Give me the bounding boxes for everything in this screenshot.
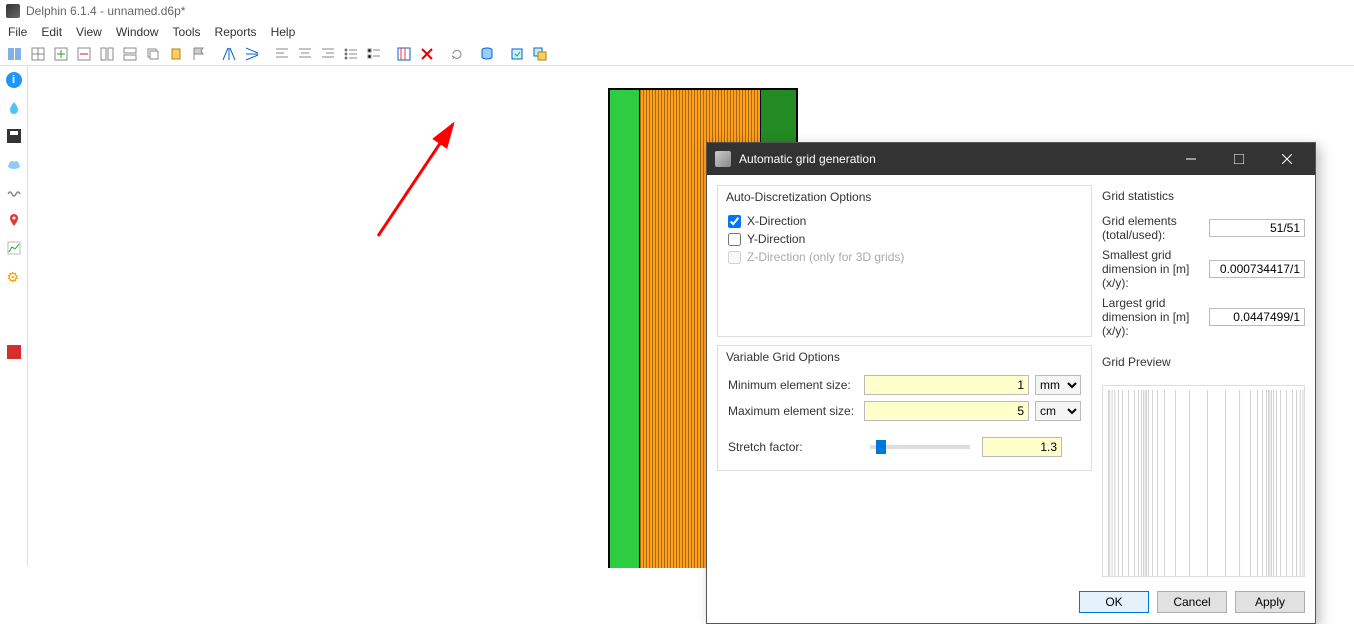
stats-total-value: 51/51 (1209, 219, 1305, 237)
list-check-icon[interactable] (363, 44, 385, 64)
material-icon[interactable] (4, 342, 24, 362)
info-icon[interactable]: i (4, 70, 24, 90)
main-toolbar (0, 42, 1354, 66)
menu-bar: File Edit View Window Tools Reports Help (0, 22, 1354, 42)
flip-v-icon[interactable] (241, 44, 263, 64)
maximize-button[interactable] (1219, 143, 1259, 175)
grid-icon[interactable] (27, 44, 49, 64)
menu-reports[interactable]: Reports (209, 23, 263, 41)
delete-grid-icon[interactable] (416, 44, 438, 64)
paste-icon[interactable] (165, 44, 187, 64)
map-pin-icon[interactable] (4, 210, 24, 230)
align-left-icon[interactable] (271, 44, 293, 64)
menu-window[interactable]: Window (110, 23, 165, 41)
list-icon[interactable] (340, 44, 362, 64)
auto-disc-title: Auto-Discretization Options (718, 186, 1091, 212)
refresh-all-icon[interactable] (529, 44, 551, 64)
align-right-icon[interactable] (317, 44, 339, 64)
menu-file[interactable]: File (2, 23, 33, 41)
min-element-label: Minimum element size: (728, 378, 858, 392)
y-direction-input[interactable] (728, 233, 741, 246)
menu-edit[interactable]: Edit (35, 23, 68, 41)
stats-largest-value: 0.0447499/1 (1209, 308, 1305, 326)
annotation-arrow (358, 116, 478, 246)
flip-h-icon[interactable] (218, 44, 240, 64)
x-direction-input[interactable] (728, 215, 741, 228)
title-bar: Delphin 6.1.4 - unnamed.d6p* (0, 0, 1354, 22)
stats-total-label: Grid elements (total/used): (1102, 214, 1203, 242)
water-icon[interactable] (4, 98, 24, 118)
cancel-button[interactable]: Cancel (1157, 591, 1227, 613)
var-grid-title: Variable Grid Options (718, 346, 1091, 372)
grid-remove-icon[interactable] (73, 44, 95, 64)
max-element-unit[interactable]: cm (1035, 401, 1081, 421)
auto-grid-dialog: Automatic grid generation Auto-Discretiz… (706, 142, 1316, 624)
menu-view[interactable]: View (70, 23, 108, 41)
z-direction-input (728, 251, 741, 264)
copy-icon[interactable] (142, 44, 164, 64)
stats-largest-label: Largest grid dimension in [m] (x/y): (1102, 296, 1203, 338)
align-center-icon[interactable] (294, 44, 316, 64)
stats-smallest-label: Smallest grid dimension in [m] (x/y): (1102, 248, 1203, 290)
window-title: Delphin 6.1.4 - unnamed.d6p* (26, 4, 185, 18)
x-direction-checkbox[interactable]: X-Direction (728, 212, 1081, 230)
max-element-label: Maximum element size: (728, 404, 858, 418)
dialog-button-row: OK Cancel Apply (707, 583, 1315, 623)
grid-split-icon[interactable] (96, 44, 118, 64)
grid-preview (1102, 385, 1305, 577)
gears-icon[interactable]: ⚙ (4, 266, 24, 286)
apply-button[interactable]: Apply (1235, 591, 1305, 613)
variable-grid-group: Variable Grid Options Minimum element si… (717, 345, 1092, 471)
auto-discretization-group: Auto-Discretization Options X-Direction … (717, 185, 1092, 337)
stretch-input[interactable] (982, 437, 1062, 457)
stretch-slider[interactable] (870, 445, 970, 449)
max-element-input[interactable] (864, 401, 1029, 421)
grid-merge-icon[interactable] (119, 44, 141, 64)
close-button[interactable] (1267, 143, 1307, 175)
stats-title: Grid statistics (1102, 185, 1305, 211)
auto-grid-icon[interactable] (393, 44, 415, 64)
menu-help[interactable]: Help (265, 23, 302, 41)
refresh-icon[interactable] (506, 44, 528, 64)
cylinder-icon[interactable] (476, 44, 498, 64)
menu-tools[interactable]: Tools (167, 23, 207, 41)
barcode-icon[interactable] (4, 44, 26, 64)
rotate-icon[interactable] (446, 44, 468, 64)
dialog-app-icon (715, 151, 731, 167)
grid-plus-icon[interactable] (50, 44, 72, 64)
stretch-label: Stretch factor: (728, 440, 858, 454)
minimize-button[interactable] (1171, 143, 1211, 175)
dialog-title-bar[interactable]: Automatic grid generation (707, 143, 1315, 175)
cloud-icon[interactable] (4, 154, 24, 174)
grid-stats-group: Grid statistics Grid elements (total/use… (1102, 185, 1305, 341)
chart-icon[interactable] (4, 238, 24, 258)
left-sidebar: i ⚙ (0, 66, 28, 566)
y-direction-checkbox[interactable]: Y-Direction (728, 230, 1081, 248)
wave-icon[interactable] (4, 182, 24, 202)
app-icon (6, 4, 20, 18)
ok-button[interactable]: OK (1079, 591, 1149, 613)
flag-icon[interactable] (188, 44, 210, 64)
layer-1[interactable] (608, 90, 640, 568)
dialog-title: Automatic grid generation (739, 152, 1163, 166)
preview-title: Grid Preview (1102, 351, 1305, 377)
min-element-input[interactable] (864, 375, 1029, 395)
z-direction-checkbox: Z-Direction (only for 3D grids) (728, 248, 1081, 266)
stats-smallest-value: 0.000734417/1 (1209, 260, 1305, 278)
save-icon[interactable] (4, 126, 24, 146)
min-element-unit[interactable]: mm (1035, 375, 1081, 395)
